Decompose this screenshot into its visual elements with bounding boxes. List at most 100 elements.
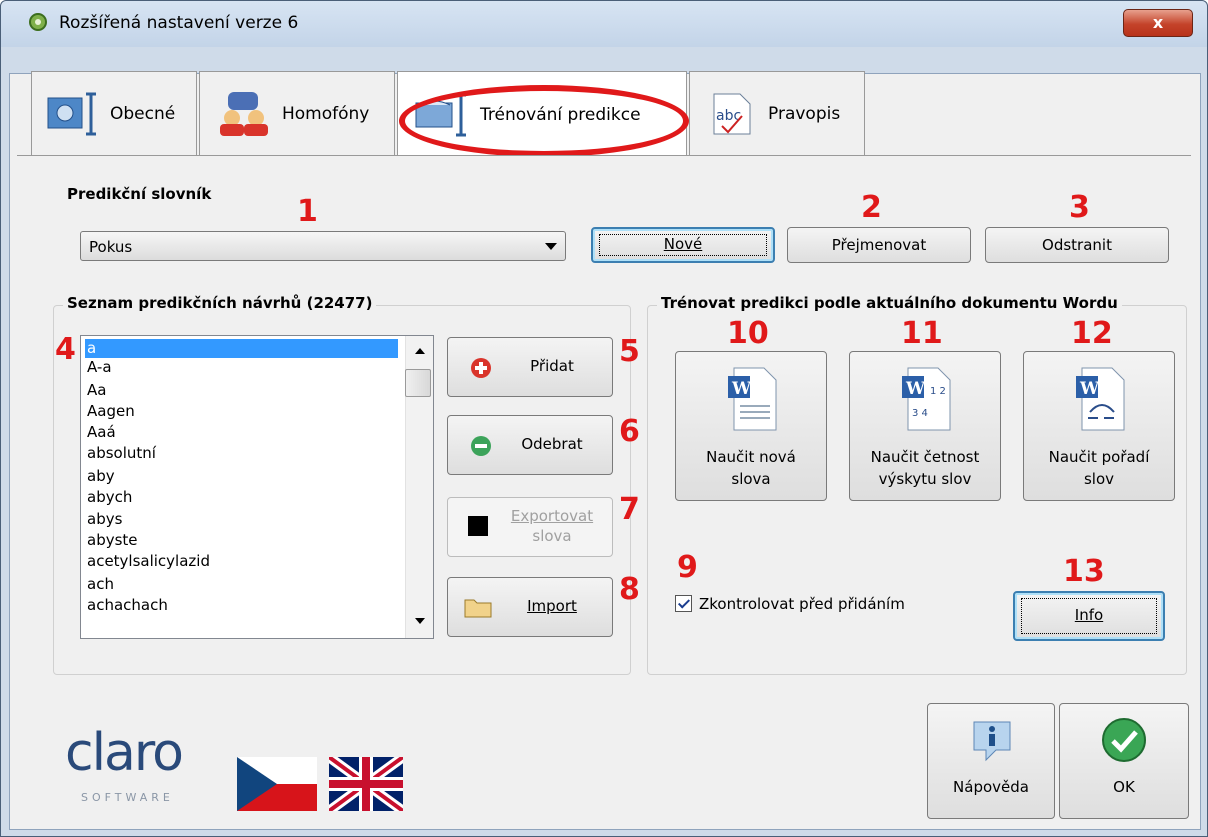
export-button-label: slova [532, 527, 572, 545]
plus-circle-icon [471, 358, 491, 378]
list-item[interactable]: A-a [85, 358, 398, 377]
learn-new-label: Naučit nová [706, 448, 796, 466]
learn-new-words-button[interactable]: W Naučit nová slova [675, 351, 827, 501]
rename-button[interactable]: Přejmenovat [787, 227, 971, 263]
annotation-number: 13 [1063, 554, 1105, 589]
export-button-label: Exportovat [510, 507, 594, 525]
annotation-number: 10 [727, 316, 769, 351]
import-button[interactable]: Import [447, 577, 613, 637]
check-before-add-checkbox[interactable] [675, 595, 692, 612]
word-frequency-icon: W 1 2 3 4 [902, 367, 951, 431]
settings-icon [47, 92, 96, 135]
list-item[interactable]: abych [85, 488, 398, 507]
info-button[interactable]: Info [1013, 591, 1165, 641]
annotation-number: 6 [619, 414, 640, 449]
list-item[interactable]: achachach [85, 596, 398, 615]
people-icon [220, 91, 268, 136]
rename-button-label: Přejmenovat [831, 236, 927, 254]
annotation-number: 8 [619, 572, 640, 607]
delete-button-label: Odstranit [1042, 236, 1112, 254]
tab-label: Pravopis [768, 103, 841, 124]
ok-button[interactable]: OK [1059, 703, 1189, 819]
tab-label: Homofóny [282, 103, 370, 124]
annotation-number: 4 [55, 332, 76, 367]
remove-button[interactable]: Odebrat [447, 415, 613, 475]
dictionary-select-value: Pokus [89, 238, 133, 256]
scroll-up-icon[interactable] [415, 348, 425, 354]
help-button-label: Nápověda [953, 778, 1029, 796]
learn-frequency-label: výskytu slov [878, 470, 972, 488]
learn-order-button[interactable]: W Naučit pořadí slov [1023, 351, 1175, 501]
list-item[interactable]: acetylsalicylazid [85, 552, 398, 571]
list-item[interactable]: Aaá [85, 423, 398, 442]
dialog-window: Rozšířená nastavení verze 6 x Obecné Hom… [0, 0, 1208, 837]
annotation-number: 11 [901, 316, 943, 351]
suggestions-list[interactable]: a A-a Aa Aagen Aaá absolutní aby abych a… [80, 335, 434, 639]
new-button[interactable]: Nové [591, 227, 775, 263]
list-item[interactable]: a [85, 339, 398, 358]
dictionary-select[interactable]: Pokus [80, 231, 566, 261]
dictionary-label: Predikční slovník [67, 185, 212, 203]
focus-rect [1021, 598, 1157, 634]
list-item[interactable]: aby [85, 467, 398, 486]
list-item[interactable]: abyste [85, 531, 398, 550]
claro-logo: claro [65, 723, 184, 783]
export-icon [468, 516, 488, 536]
czech-flag-icon[interactable] [237, 757, 317, 811]
focus-rect [599, 234, 767, 256]
add-button[interactable]: Přidat [447, 337, 613, 397]
checkmark-icon [1102, 718, 1146, 762]
export-button[interactable]: Exportovat slova [447, 497, 613, 557]
tab-spelling[interactable]: abc Pravopis [689, 71, 865, 155]
training-group-title: Trénovat predikci podle aktuálního dokum… [657, 294, 1122, 312]
annotation-number: 1 [297, 194, 318, 229]
learn-order-label: slov [1083, 470, 1115, 488]
folder-icon [464, 599, 492, 618]
annotation-number: 7 [619, 492, 640, 527]
annotation-ellipse [399, 85, 689, 157]
add-button-label: Přidat [530, 357, 574, 375]
list-item[interactable]: absolutní [85, 444, 398, 463]
word-document-icon: W [728, 367, 777, 431]
annotation-number: 12 [1071, 316, 1113, 351]
learn-new-label: slova [731, 470, 771, 488]
tab-label: Obecné [110, 103, 176, 124]
list-item[interactable]: ach [85, 575, 398, 594]
uk-flag-icon[interactable] [329, 757, 403, 811]
minus-circle-icon [471, 436, 491, 456]
tab-general[interactable]: Obecné [31, 71, 197, 155]
spellcheck-icon: abc [713, 93, 751, 134]
import-button-label: Import [527, 597, 577, 615]
window-title: Rozšířená nastavení verze 6 [59, 13, 299, 33]
svg-text:W: W [905, 379, 926, 399]
list-item[interactable]: abys [85, 510, 398, 529]
svg-text:W: W [1079, 379, 1100, 399]
check-before-add-label[interactable]: Zkontrolovat před přidáním [699, 595, 905, 613]
gear-icon [29, 13, 47, 31]
word-order-icon: W [1076, 367, 1125, 431]
delete-button[interactable]: Odstranit [985, 227, 1169, 263]
help-button[interactable]: Nápověda [927, 703, 1055, 819]
learn-frequency-label: Naučit četnost [870, 448, 980, 466]
scroll-thumb[interactable] [405, 369, 431, 397]
info-icon [973, 721, 1011, 762]
tab-homophones[interactable]: Homofóny [199, 71, 395, 155]
scroll-down-icon[interactable] [415, 618, 425, 624]
svg-text:W: W [731, 379, 752, 399]
annotation-number: 9 [677, 550, 698, 585]
chevron-down-icon[interactable] [545, 243, 557, 250]
svg-text:1 2: 1 2 [930, 386, 946, 397]
learn-frequency-button[interactable]: W 1 2 3 4 Naučit četnost výskytu slov [849, 351, 1001, 501]
annotation-number: 5 [619, 334, 640, 369]
remove-button-label: Odebrat [521, 435, 583, 453]
list-item[interactable]: Aa [85, 381, 398, 400]
claro-logo-sub: SOFTWARE [81, 791, 174, 804]
suggestions-group-title: Seznam predikčních návrhů (22477) [63, 294, 377, 312]
svg-text:3 4: 3 4 [912, 408, 928, 419]
list-item[interactable]: Aagen [85, 402, 398, 421]
ok-button-label: OK [1113, 778, 1135, 796]
close-button[interactable]: x [1123, 9, 1193, 37]
title-bar[interactable]: Rozšířená nastavení verze 6 x [1, 1, 1207, 47]
learn-order-label: Naučit pořadí [1048, 448, 1150, 466]
annotation-number: 2 [861, 190, 882, 225]
